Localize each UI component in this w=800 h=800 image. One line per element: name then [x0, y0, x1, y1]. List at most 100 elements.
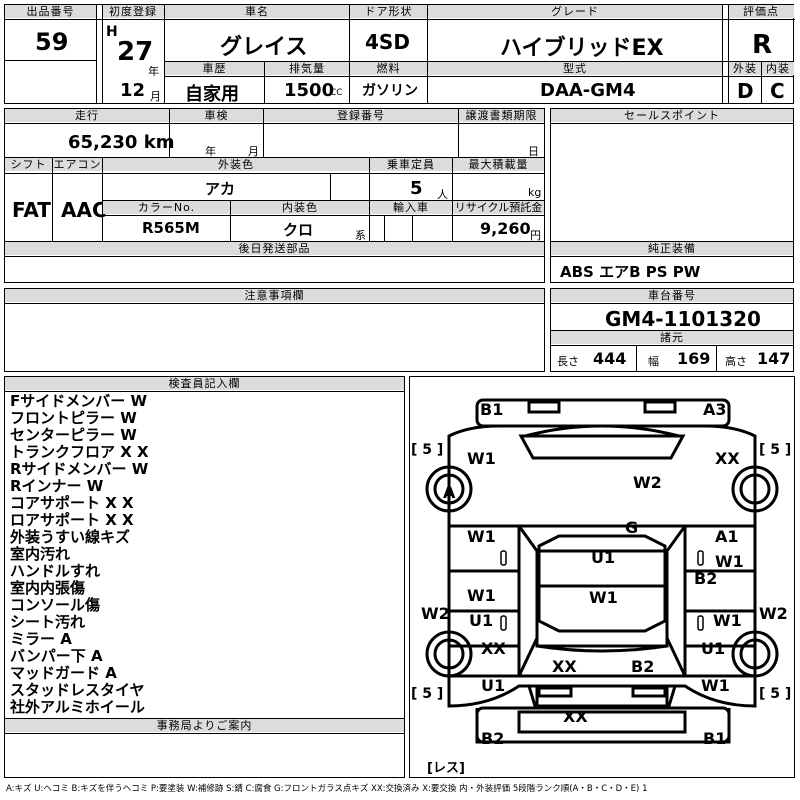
notes-header: 注意事項欄 — [5, 289, 544, 302]
inspector-note: コンソール傷 — [10, 596, 101, 614]
ac: AAC — [61, 198, 107, 222]
office-header: 事務局よりご案内 — [5, 719, 404, 732]
inspector-note: スタッドレスタイヤ — [10, 681, 145, 699]
legend: A:キズ U:ヘコミ B:キズを伴うヘコミ P:要塗装 W:補修跡 S:錆 C:… — [6, 784, 648, 794]
mark-trunk-b2: B2 — [631, 657, 654, 676]
inspector-note: シート汚れ — [10, 613, 86, 631]
spec-header: 諸元 — [551, 331, 793, 344]
inspector-note: マッドガード A — [10, 664, 117, 682]
ext-score: D — [737, 79, 754, 103]
inspector-note: フロントピラー W — [10, 409, 137, 427]
grade: ハイブリッドEX — [500, 36, 664, 61]
model-header: 型式 — [428, 62, 722, 75]
mark-r-rear-wheel: U1 — [701, 639, 725, 658]
exterior-color: アカ — [205, 180, 236, 198]
tire-rr-depth: [ 5 ] — [759, 686, 791, 702]
sales-point-header: セールスポイント — [551, 109, 793, 122]
cc-unit: CC — [330, 88, 343, 98]
tire-rl-depth: [ 5 ] — [411, 686, 443, 702]
mark-l-rear-door-u: U1 — [469, 611, 493, 630]
mark-l-side: W2 — [421, 604, 450, 623]
width-label: 幅 — [648, 355, 659, 368]
mark-rear-bumper: XX — [563, 707, 588, 726]
car-diagram: [ 5 ] [ 5 ] [ 5 ] [ 5 ] [レス] B1 A3 W1 XX… — [411, 398, 791, 776]
capacity: 5 — [410, 178, 423, 199]
fuel-header: 燃料 — [350, 62, 427, 75]
inspector-note: Rサイドメンバー W — [10, 460, 149, 478]
inspector-note: コアサポート X X — [10, 494, 134, 512]
inspector-note: ミラー A — [10, 630, 72, 648]
displacement: 1500 — [284, 80, 335, 101]
inspector-note: センターピラー W — [10, 426, 137, 444]
transfer-header: 譲渡書類期限 — [459, 109, 544, 122]
chassis-number: GM4-1101320 — [605, 307, 761, 331]
overall-score: R — [752, 30, 773, 60]
mark-center: W1 — [589, 588, 618, 607]
inspector-note: Fサイドメンバー W — [10, 392, 148, 410]
mark-l-rear-door-w: W1 — [467, 586, 496, 605]
ac-header: エアコン — [53, 158, 102, 171]
door-header: ドア形状 — [350, 5, 427, 18]
damage-marks: [ 5 ] [ 5 ] [ 5 ] [ 5 ] [レス] B1 A3 W1 XX… — [411, 400, 791, 776]
mark-l-fender: W1 — [467, 449, 496, 468]
mark-front-left: B1 — [480, 400, 503, 419]
equipment: ABS エアB PS PW — [560, 263, 701, 281]
kg-unit: kg — [528, 186, 542, 199]
mark-r-rear-fender: W1 — [701, 676, 730, 695]
tire-fr-depth: [ 5 ] — [759, 442, 791, 458]
first-reg-month: 12 — [120, 80, 146, 101]
ext-score-header: 外装 — [729, 62, 761, 75]
length-label: 長さ — [557, 355, 579, 368]
inspection-header: 車検 — [170, 109, 263, 122]
int-score: C — [770, 79, 785, 103]
inspector-note: 社外アルミホイール — [10, 698, 145, 716]
color-header: 外装色 — [103, 158, 369, 171]
mark-r-side: W2 — [759, 604, 788, 623]
mark-r-pillar: B2 — [694, 569, 717, 588]
int-score-header: 内装 — [762, 62, 794, 75]
mark-trunk-xx: XX — [552, 657, 577, 676]
shift: FAT — [12, 198, 51, 222]
recycle-header: リサイクル預託金 — [453, 201, 544, 214]
first-reg-header: 初度登録 — [102, 5, 164, 18]
inspector-note: 室内内張傷 — [10, 579, 86, 597]
mark-hood: W2 — [633, 473, 662, 492]
mark-rear-left: B2 — [481, 729, 504, 748]
door-type: 4SD — [365, 30, 410, 54]
car-name-header: 車名 — [165, 5, 349, 18]
mark-r-fender: XX — [715, 449, 740, 468]
mark-roof: U1 — [591, 548, 615, 567]
history: 自家用 — [185, 84, 239, 105]
mileage-header: 走行 — [5, 109, 169, 122]
mark-l-rear-wheel: XX — [481, 639, 506, 658]
inspector-note: トランクフロア X X — [10, 443, 149, 461]
inspector-note: 室内汚れ — [10, 545, 71, 563]
import-header: 輸入車 — [370, 201, 452, 214]
mark-l-rear-fender: U1 — [481, 676, 505, 695]
lot-number: 59 — [35, 28, 69, 56]
grade-header: グレード — [428, 5, 722, 18]
recycle-fee: 9,260 — [480, 219, 531, 238]
later-parts-header: 後日発送部品 — [5, 242, 544, 255]
chassis-header: 車台番号 — [551, 289, 793, 302]
mark-l-front-door: W1 — [467, 527, 496, 546]
reg-no-header: 登録番号 — [264, 109, 458, 122]
score-header: 評価点 — [728, 5, 794, 18]
inspector-header: 検査員記入欄 — [5, 377, 404, 390]
length: 444 — [593, 349, 627, 368]
era: H — [106, 24, 118, 40]
mark-windshield: G — [625, 518, 638, 537]
lot-no-header: 出品番号 — [5, 5, 96, 18]
interior-color: クロ — [283, 221, 314, 239]
month-unit: 月 — [150, 90, 161, 103]
load-header: 最大積載量 — [453, 158, 544, 171]
mileage: 65,230 km — [68, 132, 175, 153]
shift-header: シフト — [5, 158, 52, 171]
fuel: ガソリン — [362, 83, 418, 99]
height-label: 高さ — [725, 355, 747, 368]
displacement-header: 排気量 — [265, 62, 349, 75]
equip-header: 純正装備 — [551, 242, 793, 255]
inspector-note: ハンドルすれ — [10, 562, 101, 580]
color-no: R565M — [142, 219, 200, 237]
inspector-note: ロアサポート X X — [10, 511, 134, 529]
